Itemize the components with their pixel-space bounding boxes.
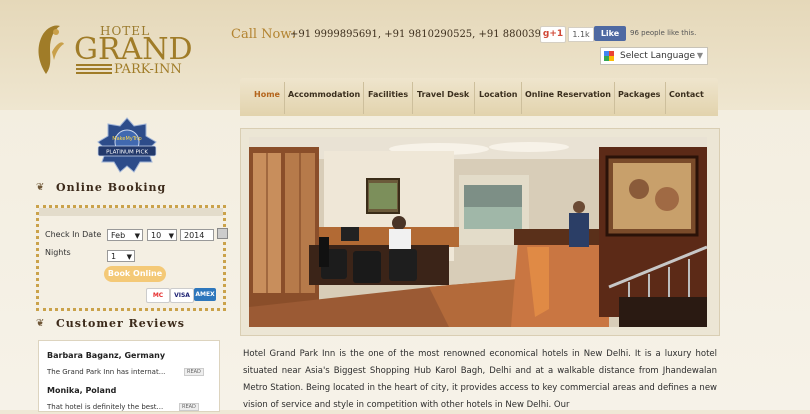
- nav-item-packages[interactable]: Packages: [618, 90, 660, 99]
- review-author: Barbara Baganz, Germany: [47, 351, 166, 360]
- facebook-like-button[interactable]: Like: [594, 26, 626, 41]
- chevron-down-icon: ▼: [696, 51, 703, 60]
- book-online-button[interactable]: Book Online: [104, 266, 166, 282]
- nav-separator: [474, 82, 475, 114]
- google-translate-icon: [604, 51, 614, 61]
- nav-separator: [614, 82, 615, 114]
- check-in-month-select[interactable]: Feb ▼: [107, 229, 143, 241]
- amex-icon: AMEX: [194, 288, 216, 301]
- hotel-logo[interactable]: HOTEL GRAND PARK-INN: [30, 22, 230, 82]
- reviews-list: Barbara Baganz, Germany The Grand Park I…: [38, 340, 220, 412]
- call-now-label: Call Now:: [231, 27, 296, 42]
- nav-item-location[interactable]: Location: [479, 90, 518, 99]
- booking-form-topbar: [39, 208, 223, 216]
- logo-bars: [76, 64, 112, 78]
- nights-select[interactable]: 1 ▼: [107, 250, 135, 262]
- badge-top-text: MakeMyTrip: [112, 136, 141, 142]
- check-in-month-value: Feb: [111, 231, 126, 240]
- review-read-button[interactable]: READ: [184, 368, 204, 376]
- nav-item-home[interactable]: Home: [254, 90, 280, 99]
- logo-park-inn-text: PARK-INN: [114, 62, 182, 77]
- check-in-day-value: 10: [151, 231, 162, 240]
- chevron-down-icon: ▼: [134, 232, 140, 240]
- check-in-label: Check In Date: [45, 230, 102, 239]
- nav-item-accommodation[interactable]: Accommodation: [288, 90, 360, 99]
- review-excerpt: The Grand Park Inn has internat...: [47, 368, 166, 376]
- ornament-icon: ❦: [36, 318, 45, 329]
- nav-separator: [521, 82, 522, 114]
- check-in-year-select[interactable]: 2014: [180, 229, 214, 241]
- google-plus-button[interactable]: g+1: [540, 26, 566, 43]
- online-booking-title: Online Booking: [56, 181, 167, 194]
- review-author: Monika, Poland: [47, 386, 117, 395]
- nav-item-facilities[interactable]: Facilities: [368, 90, 408, 99]
- logo-emblem-icon: [38, 25, 64, 74]
- calendar-icon[interactable]: [217, 228, 228, 239]
- facebook-like-count: 96 people like this.: [630, 29, 697, 37]
- platinum-pick-badge-icon[interactable]: MakeMyTrip PLATINUM PICK: [94, 116, 160, 176]
- chevron-down-icon: ▼: [168, 232, 174, 240]
- hotel-description: Hotel Grand Park Inn is the one of the m…: [243, 349, 717, 410]
- check-in-year-value: 2014: [184, 231, 205, 240]
- google-plus-count: 1.1k: [568, 27, 594, 42]
- nights-value: 1: [111, 252, 117, 261]
- language-select[interactable]: Select Language ▼: [600, 47, 708, 65]
- nav-item-travel-desk[interactable]: Travel Desk: [417, 90, 469, 99]
- phone-numbers: +91 9999895691, +91 9810290525, +91 8800…: [290, 29, 567, 40]
- visa-icon: VISA: [170, 288, 194, 303]
- mastercard-icon: MC: [146, 288, 170, 303]
- main-nav: Home Accommodation Facilities Travel Des…: [240, 78, 718, 116]
- customer-reviews-title: Customer Reviews: [56, 317, 185, 330]
- language-select-label: Select Language: [620, 51, 696, 61]
- hotel-lobby-photo: [249, 137, 707, 327]
- ornament-icon: ❦: [36, 182, 45, 193]
- nav-item-online-reservation[interactable]: Online Reservation: [525, 90, 611, 99]
- nav-item-contact[interactable]: Contact: [669, 90, 704, 99]
- payment-cards: MC VISA AMEX: [146, 288, 218, 303]
- nav-separator: [412, 82, 413, 114]
- chevron-down-icon: ▼: [126, 253, 132, 261]
- nav-separator: [284, 82, 285, 114]
- facebook-like-label: Like: [600, 29, 620, 38]
- check-in-day-select[interactable]: 10 ▼: [147, 229, 177, 241]
- nav-separator: [363, 82, 364, 114]
- nights-label: Nights: [45, 248, 71, 257]
- nav-separator: [665, 82, 666, 114]
- badge-bottom-text: PLATINUM PICK: [106, 150, 148, 156]
